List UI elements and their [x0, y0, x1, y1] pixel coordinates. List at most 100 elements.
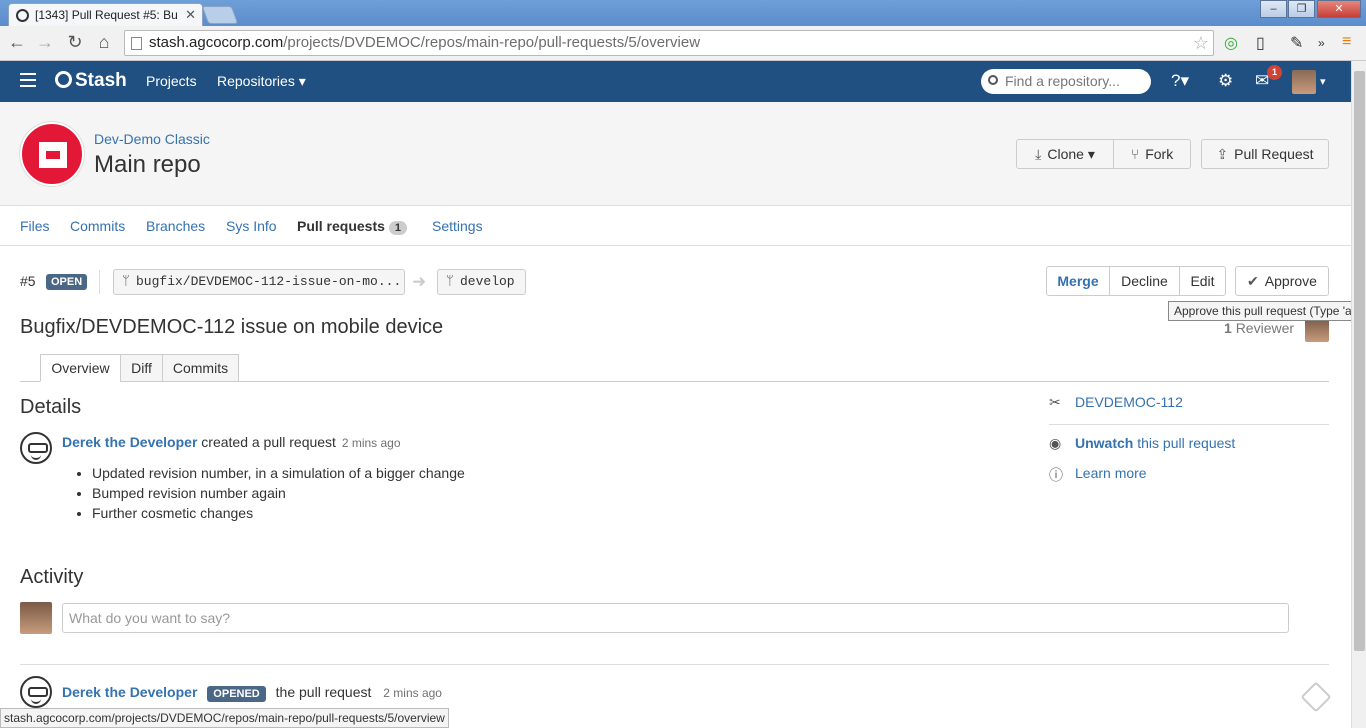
upload-icon: ⇪	[1216, 146, 1229, 162]
activity-author-avatar[interactable]	[20, 676, 52, 708]
browser-menu-icon[interactable]: ≡	[1342, 33, 1351, 51]
nav-projects[interactable]: Projects	[146, 73, 197, 89]
target-branch[interactable]: ᛘ develop	[437, 269, 526, 295]
notification-badge: 1	[1267, 65, 1282, 80]
feedback-icon[interactable]	[1300, 681, 1332, 713]
close-tab-icon[interactable]: ✕	[185, 7, 196, 23]
download-icon: ⤓	[1035, 146, 1042, 162]
list-item: Further cosmetic changes	[92, 503, 465, 523]
fork-icon: ⑂	[1130, 146, 1140, 162]
extension-refresh-icon[interactable]: ◎	[1224, 33, 1238, 53]
jira-icon: ✂	[1049, 394, 1061, 410]
url-path: /projects/DVDEMOC/repos/main-repo/pull-r…	[283, 34, 701, 51]
tab-overview[interactable]: Overview	[40, 354, 121, 382]
help-icon[interactable]: ?▾	[1171, 71, 1189, 91]
tab-settings[interactable]: Settings	[432, 218, 483, 234]
help-circle-icon: ⓘ	[1049, 467, 1063, 483]
approve-tooltip: Approve this pull request (Type 'a')	[1168, 301, 1365, 321]
address-bar[interactable]: stash.agcocorp.com/projects/DVDEMOC/repo…	[124, 30, 1214, 56]
author-link[interactable]: Derek the Developer	[62, 684, 197, 700]
tab-commits[interactable]: Commits	[70, 218, 125, 234]
pull-request-title: Bugfix/DEVDEMOC-112 issue on mobile devi…	[20, 316, 444, 338]
divider	[99, 270, 100, 294]
unwatch-link[interactable]: Unwatch this pull request	[1075, 435, 1235, 451]
bookmark-star-icon[interactable]: ☆	[1193, 31, 1209, 55]
repository-tabs: Files Commits Branches Sys Info Pull req…	[0, 206, 1351, 246]
current-user-avatar	[20, 602, 52, 634]
branch-icon: ᛘ	[122, 274, 130, 289]
gear-icon[interactable]: ⚙	[1218, 71, 1233, 91]
app-header: Stash Projects Repositories ▾ Find a rep…	[0, 61, 1351, 102]
page-icon	[131, 37, 142, 50]
author-avatar[interactable]	[20, 432, 52, 464]
tab-diff[interactable]: Diff	[120, 354, 163, 382]
maximize-window-button[interactable]: ❐	[1288, 0, 1315, 18]
eye-icon: ◉	[1049, 435, 1062, 451]
stash-logo-icon	[55, 71, 72, 88]
tab-files[interactable]: Files	[20, 218, 50, 234]
repository-avatar	[20, 122, 84, 186]
source-branch[interactable]: ᛘ bugfix/DEVDEMOC-112-issue-on-mo...	[113, 269, 405, 295]
stash-logo[interactable]: Stash	[55, 70, 127, 92]
branch-icon: ᛘ	[446, 274, 454, 289]
scrollbar-thumb[interactable]	[1354, 71, 1365, 651]
chevron-down-icon[interactable]: ▾	[1320, 75, 1326, 88]
reviewer-avatar[interactable]	[1305, 318, 1329, 342]
search-placeholder: Find a repository...	[1005, 73, 1120, 89]
minimize-window-button[interactable]: –	[1260, 0, 1287, 18]
extension-tool-icon[interactable]: ✎	[1290, 33, 1303, 53]
url-host: stash.agcocorp.com	[149, 34, 284, 51]
tab-sys-info[interactable]: Sys Info	[226, 218, 277, 234]
approve-button[interactable]: ✔ Approve	[1235, 266, 1329, 296]
arrow-right-icon: ➜	[412, 272, 427, 291]
vertical-scrollbar[interactable]	[1351, 61, 1366, 728]
activity-heading: Activity	[20, 566, 84, 588]
create-pull-request-button[interactable]: ⇪ Pull Request	[1201, 139, 1329, 169]
project-link[interactable]: Dev-Demo Classic	[94, 131, 210, 147]
browser-toolbar: ← → ↻ ⌂ stash.agcocorp.com/projects/DVDE…	[0, 26, 1366, 61]
tab-pr-commits[interactable]: Commits	[162, 354, 239, 382]
user-avatar[interactable]	[1292, 70, 1316, 94]
back-icon[interactable]: ←	[6, 32, 28, 53]
forward-icon[interactable]: →	[34, 32, 56, 53]
divider	[1049, 424, 1329, 425]
extension-phone-icon[interactable]: ▯	[1256, 33, 1265, 53]
list-item: Updated revision number, in a simulation…	[92, 463, 465, 483]
browser-tab-strip: [1343] Pull Request #5: Bu ✕ – ❐ ✕	[0, 0, 1366, 26]
cube-icon	[39, 142, 67, 168]
opened-badge: OPENED	[207, 686, 266, 702]
merge-button[interactable]: Merge	[1046, 266, 1110, 296]
new-tab-button[interactable]	[201, 6, 239, 24]
description-list: Updated revision number, in a simulation…	[92, 463, 465, 523]
list-item: Bumped revision number again	[92, 483, 465, 503]
close-window-button[interactable]: ✕	[1317, 0, 1361, 18]
browser-tab-title: [1343] Pull Request #5: Bu	[35, 8, 178, 22]
divider	[20, 664, 1329, 665]
reload-icon[interactable]: ↻	[64, 32, 86, 53]
stash-favicon-icon	[16, 9, 29, 22]
pull-request-id: #5	[20, 273, 36, 289]
tab-branches[interactable]: Branches	[146, 218, 205, 234]
author-link[interactable]: Derek the Developer	[62, 434, 197, 450]
nav-repositories[interactable]: Repositories ▾	[217, 73, 306, 90]
status-badge: OPEN	[46, 274, 88, 290]
clone-button[interactable]: ⤓ Clone ▾	[1016, 139, 1114, 169]
check-circle-icon: ✔	[1247, 273, 1259, 289]
created-activity: Derek the Developer created a pull reque…	[62, 434, 401, 450]
opened-activity: Derek the Developer OPENED the pull requ…	[62, 684, 442, 702]
home-icon[interactable]: ⌂	[93, 32, 115, 53]
jira-issue-link[interactable]: DEVDEMOC-112	[1075, 394, 1183, 410]
tab-pull-requests[interactable]: Pull requests 1	[297, 218, 408, 235]
reviewer-count[interactable]: 1 Reviewer	[1224, 320, 1294, 336]
browser-tab[interactable]: [1343] Pull Request #5: Bu ✕	[8, 3, 203, 26]
timestamp: 2 mins ago	[383, 686, 442, 700]
edit-button[interactable]: Edit	[1179, 266, 1226, 296]
sidebar-menu-icon[interactable]	[20, 73, 36, 91]
status-bar-url: stash.agcocorp.com/projects/DVDEMOC/repo…	[0, 708, 449, 728]
learn-more-link[interactable]: Learn more	[1075, 465, 1147, 481]
fork-button[interactable]: ⑂ Fork	[1113, 139, 1191, 169]
comment-input[interactable]: What do you want to say?	[62, 603, 1289, 633]
extensions-overflow-icon[interactable]: »	[1318, 36, 1325, 50]
search-input[interactable]: Find a repository...	[981, 69, 1151, 94]
decline-button[interactable]: Decline	[1109, 266, 1180, 296]
